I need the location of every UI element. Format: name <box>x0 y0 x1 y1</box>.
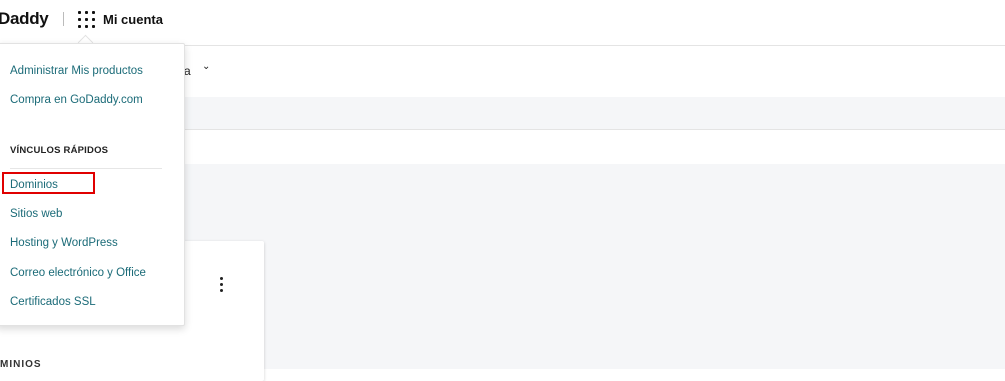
hosting-wordpress-link[interactable]: Hosting y WordPress <box>10 237 118 249</box>
header-divider <box>63 12 64 26</box>
domains-highlight-box <box>2 172 95 194</box>
godaddy-logo[interactable]: Daddy <box>0 9 49 29</box>
shop-godaddy-link[interactable]: Compra en GoDaddy.com <box>10 94 143 106</box>
ssl-certificates-link[interactable]: Certificados SSL <box>10 296 96 308</box>
my-account-menu[interactable]: Mi cuenta <box>103 12 163 27</box>
manage-products-link[interactable]: Administrar Mis productos <box>10 65 143 77</box>
apps-grid-icon[interactable] <box>78 11 95 28</box>
email-office-link[interactable]: Correo electrónico y Office <box>10 267 146 279</box>
quick-links-heading: VÍNCULOS RÁPIDOS <box>10 145 109 156</box>
top-header: Daddy Mi cuenta <box>0 0 1005 46</box>
chevron-down-icon[interactable]: ⌄ <box>202 61 210 72</box>
websites-link[interactable]: Sitios web <box>10 208 62 220</box>
menu-divider <box>10 168 162 169</box>
more-options-icon[interactable] <box>215 276 227 292</box>
card-section-label: MINIOS <box>0 359 42 370</box>
